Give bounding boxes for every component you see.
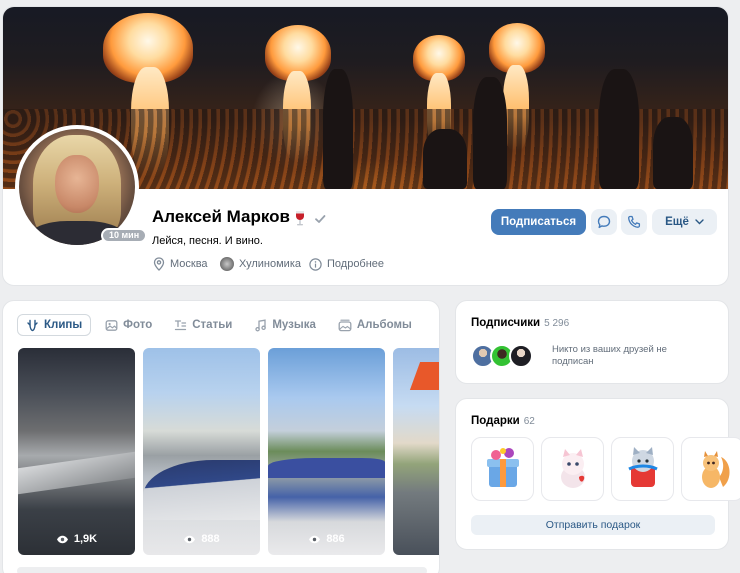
gift-item[interactable] — [611, 437, 674, 501]
tab-albums[interactable]: Альбомы — [330, 314, 420, 336]
followers-title-text: Подписчики — [471, 317, 541, 329]
followers-count: 5 296 — [544, 318, 570, 329]
followers-note: Никто из ваших друзей не подписан — [552, 344, 667, 367]
content-card: Клипы Фото Статьи Музыка Альбомы 1,9K 88… — [2, 300, 440, 573]
tab-clips-label: Клипы — [44, 319, 83, 331]
city-label: Москва — [170, 258, 208, 270]
message-button[interactable] — [591, 209, 617, 235]
chevron-down-icon — [695, 219, 704, 225]
cat-gift-icon — [627, 447, 658, 487]
gifts-count: 62 — [523, 416, 535, 427]
content-footer-bar — [17, 567, 427, 573]
info-circle-icon — [309, 257, 322, 271]
gift-item[interactable] — [681, 437, 740, 501]
tab-music[interactable]: Музыка — [246, 314, 324, 336]
location-pin-icon — [153, 257, 165, 271]
music-icon — [255, 318, 267, 331]
kitten-gift-icon — [560, 449, 585, 488]
tab-articles[interactable]: Статьи — [166, 314, 240, 336]
gift-box-icon — [486, 448, 519, 487]
call-button[interactable] — [621, 209, 647, 235]
tab-albums-label: Альбомы — [356, 319, 412, 331]
clip-tile[interactable]: 1,9K — [18, 348, 135, 555]
gift-item[interactable] — [471, 437, 534, 501]
info-more-link[interactable]: Подробнее — [309, 257, 384, 271]
message-bubble-icon — [597, 215, 611, 229]
tab-photo-label: Фото — [123, 319, 153, 331]
followers-card[interactable]: Подписчики 5 296 Никто из ваших друзей не… — [455, 300, 729, 384]
albums-icon — [338, 319, 352, 331]
profile-name: Алексей Марков — [152, 207, 291, 226]
send-gift-button[interactable]: Отправить подарок — [471, 515, 715, 535]
info-group[interactable]: Хулиномика — [220, 257, 301, 271]
articles-icon — [175, 319, 187, 330]
tab-photo[interactable]: Фото — [97, 314, 160, 336]
verified-check-icon — [315, 215, 326, 223]
eye-icon — [309, 535, 321, 543]
wine-glass-icon — [296, 211, 304, 226]
profile-status: Лейся, песня. И вино. — [152, 235, 263, 247]
follower-avatars — [471, 344, 533, 368]
tab-clips[interactable]: Клипы — [17, 314, 92, 336]
profile-header-card: 10 мин Алексей Марков Лейся, песня. И ви… — [2, 6, 729, 286]
followers-title: Подписчики 5 296 — [471, 317, 569, 329]
clip-views-count: 886 — [326, 533, 345, 545]
clip-views-count: 888 — [201, 533, 220, 545]
more-info-label: Подробнее — [327, 258, 385, 270]
group-avatar — [220, 257, 234, 271]
squirrel-gift-icon — [701, 451, 730, 488]
more-actions-label: Ещё — [665, 216, 689, 228]
eye-icon — [184, 535, 196, 543]
content-tabs: Клипы Фото Статьи Музыка Альбомы — [17, 313, 426, 337]
gifts-title-text: Подарки — [471, 415, 520, 427]
avatar[interactable] — [509, 344, 533, 368]
clip-views: 1,9K — [18, 533, 135, 545]
tab-music-label: Музыка — [272, 319, 316, 331]
more-actions-button[interactable]: Ещё — [652, 209, 717, 235]
clip-tile[interactable] — [393, 348, 439, 555]
clip-tile[interactable]: 886 — [268, 348, 385, 555]
tab-articles-label: Статьи — [192, 319, 233, 331]
clips-icon — [27, 319, 38, 331]
clip-views-count: 1,9K — [73, 533, 98, 545]
clip-views: 886 — [268, 533, 385, 545]
info-city[interactable]: Москва — [153, 257, 208, 271]
gift-item[interactable] — [541, 437, 604, 501]
clip-views: 888 — [143, 533, 260, 545]
subscribe-button[interactable]: Подписаться — [491, 209, 586, 235]
eye-icon — [56, 535, 68, 543]
gifts-title[interactable]: Подарки 62 — [471, 415, 535, 427]
phone-icon — [628, 215, 641, 228]
gifts-card: Подарки 62 Отправить подарок — [455, 398, 740, 550]
clip-tile[interactable]: 888 — [143, 348, 260, 555]
photo-icon — [105, 319, 118, 331]
online-status-badge: 10 мин — [101, 228, 148, 243]
group-label: Хулиномика — [239, 258, 301, 270]
